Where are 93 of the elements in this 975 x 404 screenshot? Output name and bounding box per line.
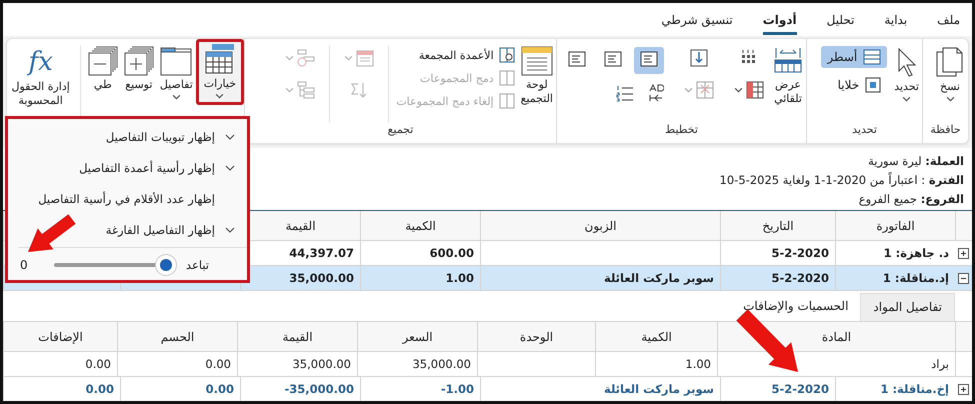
- chevron-icon: [285, 87, 294, 93]
- select-button[interactable]: تحديد: [891, 43, 922, 105]
- table-icon: [746, 81, 764, 99]
- slider-thumb[interactable]: [156, 255, 176, 275]
- chevron-icon: [344, 55, 354, 61]
- group-title: تحديد: [851, 123, 878, 138]
- table-cell: 0.00: [120, 377, 240, 401]
- table-cell: سوبر ماركت العائلة: [480, 266, 720, 290]
- chevron-icon: [172, 94, 181, 100]
- table-cell: د. جاهزة: 1: [835, 241, 955, 265]
- table-cell: 1.00: [360, 266, 480, 290]
- column-header[interactable]: القيمة: [237, 322, 357, 351]
- group-title: تجميع: [386, 123, 414, 138]
- swap-text-icon: [648, 84, 664, 102]
- menu-tab[interactable]: ملف: [937, 9, 960, 35]
- column-header[interactable]: الوحدة: [477, 322, 595, 351]
- table-cell: 5-2-2020: [720, 377, 835, 401]
- insert-column-icon: [690, 49, 708, 67]
- column-header[interactable]: الإضافات: [3, 322, 117, 351]
- cells-button[interactable]: خلايا: [821, 74, 888, 96]
- group-title: تخطيط: [664, 123, 699, 138]
- calendar-icon: [356, 49, 374, 67]
- menu-item[interactable]: إظهار عدد الأقلام في رأسية التفاصيل: [8, 183, 247, 214]
- table-cell: سوبر ماركت العائلة: [480, 377, 720, 401]
- table-cell: 5-2-2020: [720, 241, 835, 265]
- hierarchy-icon: [297, 49, 316, 67]
- table-icon: [204, 43, 236, 75]
- column-group-icon: [498, 93, 515, 109]
- table-cell: -35,000.00: [240, 377, 360, 401]
- chevron-icon: [734, 87, 743, 93]
- menu-tab[interactable]: تحليل: [826, 9, 854, 35]
- table-cell: -1.00: [360, 377, 480, 401]
- table-cell: 0.00: [3, 352, 117, 376]
- text-box-icon: [640, 51, 658, 67]
- column-header[interactable]: الفاتورة: [835, 211, 955, 240]
- hierarchy-icon: [297, 81, 316, 99]
- cells-icon: [865, 77, 882, 93]
- rows-button[interactable]: أسطر: [821, 46, 888, 68]
- chevron-icon: [902, 96, 912, 102]
- chevron-icon: [215, 93, 224, 99]
- detail-tab[interactable]: الحسميات والإضافات: [731, 293, 860, 321]
- column-header[interactable]: التاريخ: [720, 211, 835, 240]
- chevron-icon: [285, 55, 294, 61]
- copy-icon: [935, 46, 965, 78]
- chevron-icon: [946, 96, 954, 102]
- rows-icon: [863, 49, 882, 65]
- expand-button[interactable]: توسيع: [120, 43, 157, 95]
- detail-tab[interactable]: تفاصيل المواد: [860, 293, 955, 321]
- menu-item[interactable]: إظهار رأسية أعمدة التفاصيل: [8, 152, 247, 183]
- column-group-icon: [498, 70, 515, 86]
- table-cell: 35,000.00: [357, 352, 477, 376]
- table-icon: [696, 81, 714, 99]
- column-header[interactable]: الكمية: [595, 322, 717, 351]
- column-group-icon: [498, 47, 515, 63]
- table-cell: 35,000.00: [237, 352, 357, 376]
- collapse-button[interactable]: طي: [84, 43, 121, 95]
- table-cell: 0.00: [3, 377, 120, 401]
- plus-box-icon[interactable]: [958, 384, 969, 394]
- text-box-icon: [568, 51, 586, 67]
- table-cell: 1.00: [595, 352, 717, 376]
- table-cell: 5-2-2020: [720, 266, 835, 290]
- chevron-icon: [684, 87, 693, 93]
- autofit-button[interactable]: عرض تلقائي: [770, 43, 806, 109]
- plus-stack-icon: [124, 46, 154, 76]
- report-info-line: الفروع: جميع الفروع: [858, 191, 964, 208]
- table-cell: 0.00: [117, 352, 237, 376]
- table-cell: 600.00: [360, 241, 480, 265]
- group-command[interactable]: الأعمدة المجمعة: [393, 45, 518, 65]
- text-box-icon: [604, 51, 622, 67]
- column-header[interactable]: الحسم: [117, 322, 237, 351]
- options-button[interactable]: خيارات: [196, 39, 244, 105]
- plus-box-icon[interactable]: [958, 248, 969, 258]
- summary-panel-button[interactable]: لوحة التجميع: [518, 43, 556, 109]
- minus-stack-icon: [88, 46, 118, 76]
- copy-button[interactable]: نسخ: [932, 43, 968, 105]
- group-title: حافظة: [929, 123, 962, 138]
- folder-icon: [160, 46, 192, 76]
- numbered-list-icon: [616, 84, 634, 102]
- sort-sum-icon: [350, 81, 368, 99]
- column-header[interactable]: السعر: [357, 322, 477, 351]
- report-info-line: الفترة : اعتباراً من 2020-1-1 ولغاية 2025-5-10: [720, 171, 964, 189]
- minus-box-icon[interactable]: [958, 272, 969, 284]
- report-info-line: العملة: ليرة سورية: [868, 153, 964, 170]
- menu-tab[interactable]: بداية: [884, 9, 908, 35]
- text-align-button[interactable]: [634, 47, 664, 74]
- table-cell: إد.مناقلة: 1: [835, 266, 955, 290]
- menu-tab[interactable]: تنسيق شرطي: [661, 9, 733, 35]
- details-button[interactable]: تفاصيل: [156, 43, 196, 103]
- table-cell: إخ.مناقلة: 1: [835, 377, 955, 401]
- panel-icon: [520, 46, 553, 76]
- menu-item[interactable]: إظهار تبويبات التفاصيل: [8, 121, 247, 152]
- column-header[interactable]: الزبون: [480, 211, 720, 240]
- column-header[interactable]: الكمية: [360, 211, 480, 240]
